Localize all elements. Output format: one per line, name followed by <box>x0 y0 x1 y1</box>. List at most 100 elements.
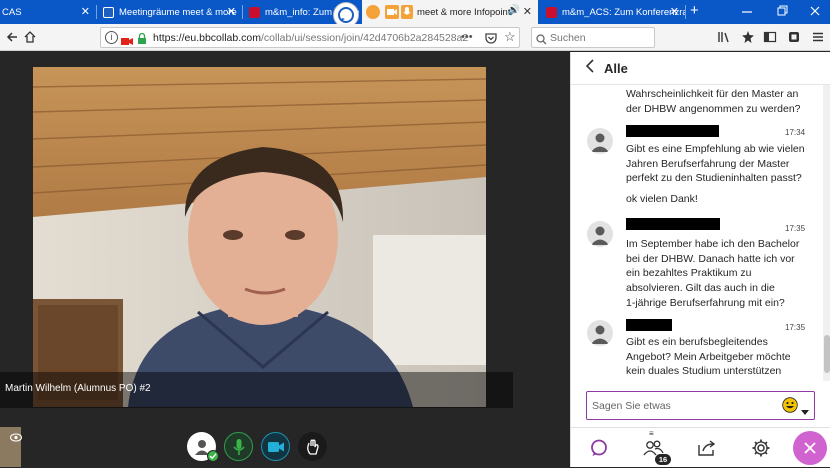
lock-icon[interactable] <box>137 32 147 44</box>
participants-count-badge: 16 <box>655 454 671 465</box>
chat-message-line: Gibt es ein berufsbegleitendes <box>626 336 768 348</box>
participants-tab-button[interactable]: ≡ 16 <box>627 428 679 468</box>
menu-lines-icon: ≡ <box>649 429 654 438</box>
video-stage: Martin Wilhelm (Alumnus PO) #2 <box>0 52 570 467</box>
chat-message-line: Jahren Berufserfahrung der Master <box>626 157 790 170</box>
chat-message: Im September habe ich den Bachelor bei d… <box>626 237 799 311</box>
chat-message-list[interactable]: Wahrscheinlichkeit für den Master an der… <box>571 85 823 381</box>
chat-message-line: ein bezahltes Praktikum zu <box>626 267 752 280</box>
redacted-sender-name <box>626 125 719 137</box>
chat-message-input[interactable] <box>592 398 772 414</box>
search-box[interactable] <box>531 27 655 48</box>
chevron-left-icon[interactable] <box>585 59 595 78</box>
close-tab-icon[interactable]: ✕ <box>670 5 679 18</box>
browser-tab-strip: CAS ✕ Meetingräume meet & more ✕ m&m_inf… <box>0 0 830 28</box>
chat-message-line: kein duales Studium unterstützen <box>626 365 782 378</box>
home-icon[interactable] <box>22 29 38 45</box>
chat-scrollbar[interactable] <box>823 85 830 381</box>
addon-icon[interactable] <box>740 29 756 45</box>
my-status-button[interactable] <box>187 432 219 462</box>
panel-footer-nav: ≡ 16 <box>571 427 830 467</box>
browser-tab-cas[interactable]: CAS ✕ <box>0 0 96 24</box>
minimize-icon[interactable] <box>740 4 754 18</box>
tab-title: meet & more Infopoint <box>417 6 511 18</box>
chat-message-line: Angebot? Mein Arbeitgeber möchte <box>626 350 791 363</box>
chat-tab-button[interactable] <box>573 428 625 468</box>
url-text[interactable]: https://eu.bbcollab.com/collab/ui/sessio… <box>153 32 468 44</box>
self-view-thumbnail[interactable] <box>0 427 23 467</box>
sidebar-icon[interactable] <box>762 29 778 45</box>
chat-panel-header: Alle <box>571 52 830 85</box>
url-path: /collab/ui/session/join/42d4706b2a284528… <box>260 32 469 44</box>
message-timestamp: 17:35 <box>785 224 806 233</box>
microphone-button[interactable] <box>224 432 253 461</box>
pocket-icon[interactable] <box>484 31 498 45</box>
browser-tab-mm-acs[interactable]: m&m_ACS: Zum Konferenzraum ✕ <box>540 0 685 24</box>
browser-tab-meetingraeume[interactable]: Meetingräume meet & more ✕ <box>97 0 242 24</box>
eye-icon[interactable] <box>9 429 23 442</box>
chat-icon <box>591 439 607 456</box>
participant-name: Martin Wilhelm (Alumnus PO) #2 <box>5 383 151 394</box>
library-icon[interactable] <box>716 29 732 45</box>
chat-message: Wahrscheinlichkeit für den Master an der… <box>626 87 801 116</box>
video-camera-icon <box>267 441 284 452</box>
status-check-icon <box>207 450 219 462</box>
message-timestamp: 17:34 <box>785 128 806 137</box>
firefox-icon <box>366 5 380 19</box>
gear-icon <box>752 439 770 457</box>
tab-title: CAS <box>2 6 22 18</box>
speaker-icon[interactable]: 🔊 <box>508 5 520 16</box>
url-bar[interactable]: i https://eu.bbcollab.com/collab/ui/sess… <box>100 27 520 48</box>
caret-down-icon[interactable] <box>801 403 809 415</box>
share-icon <box>698 440 716 456</box>
close-icon <box>804 442 816 454</box>
raise-hand-button[interactable] <box>298 432 327 461</box>
close-tab-icon[interactable]: ✕ <box>227 5 236 18</box>
chat-message: Gibt es eine Empfehlung ab wie vielen Ja… <box>626 142 805 186</box>
chat-message-line: Gibt es eine Empfehlung ab wie vielen <box>626 143 805 155</box>
menu-icon[interactable] <box>810 29 826 45</box>
search-icon <box>536 32 547 45</box>
chat-message-line: Im September habe ich den Bachelor <box>626 238 800 250</box>
close-tab-icon[interactable]: ✕ <box>523 5 532 18</box>
url-host: https://eu.bbcollab.com <box>153 32 261 44</box>
mic-sharing-icon <box>401 5 413 19</box>
chat-message: ok vielen Dank! <box>626 192 698 207</box>
browser-tab-infopoint[interactable]: meet & more Infopoint 🔊 ✕ <box>362 0 538 24</box>
session-controls-bar <box>0 427 570 467</box>
search-input[interactable] <box>550 30 650 45</box>
page-actions-icon[interactable]: ••• <box>461 31 473 43</box>
participant-video-feed <box>33 67 486 407</box>
extension-icon[interactable] <box>786 29 802 45</box>
new-tab-button[interactable]: + <box>690 2 699 19</box>
chat-message: Gibt es ein berufsbegleitendes Angebot? … <box>626 335 791 379</box>
share-content-button[interactable] <box>681 428 733 468</box>
settings-button[interactable] <box>735 428 787 468</box>
close-window-icon[interactable] <box>808 4 822 18</box>
tab-favicon-icon <box>249 6 260 18</box>
chat-message-line: absolvieren. Gilt das auch in die <box>626 282 775 295</box>
video-frame-image <box>33 67 486 407</box>
browser-nav-bar: i https://eu.bbcollab.com/collab/ui/sess… <box>0 24 830 51</box>
tab-title: m&m_ACS: Zum Konferenzraum <box>562 6 685 18</box>
chat-message-line: 1-jährige Berufserfahrung mit ein? <box>626 296 785 309</box>
user-avatar-icon <box>587 221 613 247</box>
camera-permission-icon[interactable] <box>121 33 133 45</box>
chat-message-line: Wahrscheinlichkeit für den Master an <box>626 88 799 100</box>
chat-message-line: der DHBW angenommen zu werden? <box>626 102 801 115</box>
user-avatar-icon <box>587 320 613 346</box>
message-timestamp: 17:35 <box>785 323 806 332</box>
info-icon[interactable]: i <box>105 31 118 44</box>
camera-sharing-icon <box>385 5 399 19</box>
chat-scrollbar-thumb[interactable] <box>824 335 830 373</box>
camera-button[interactable] <box>261 432 290 461</box>
smiley-icon[interactable] <box>782 397 798 413</box>
chat-message-line: ok vielen Dank! <box>626 193 698 205</box>
restore-icon[interactable] <box>775 4 789 18</box>
close-tab-icon[interactable]: ✕ <box>81 5 90 18</box>
back-arrow-icon[interactable] <box>4 29 20 45</box>
close-panel-button[interactable] <box>793 431 827 465</box>
user-avatar-icon <box>587 128 613 154</box>
star-icon[interactable]: ☆ <box>504 29 516 45</box>
chat-composer[interactable] <box>586 391 815 420</box>
